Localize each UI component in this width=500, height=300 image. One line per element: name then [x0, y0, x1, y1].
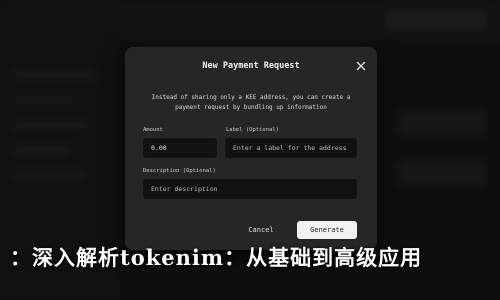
- close-icon[interactable]: [355, 60, 367, 72]
- description-field-label: Description (Optional): [143, 168, 216, 174]
- payment-request-dialog: New Payment Request Instead of sharing o…: [125, 47, 377, 250]
- description-input[interactable]: [143, 179, 357, 199]
- overlay-caption: ：深入解析tokenim：从基础到高级应用: [10, 245, 423, 270]
- cancel-button[interactable]: Cancel: [235, 221, 287, 239]
- amount-label: Amount: [143, 127, 163, 133]
- label-field-label: Label (Optional): [226, 127, 279, 133]
- amount-input[interactable]: [143, 138, 217, 158]
- generate-button[interactable]: Generate: [297, 221, 357, 239]
- dialog-description: Instead of sharing only a KEE address, y…: [151, 94, 351, 111]
- label-input[interactable]: [225, 138, 357, 158]
- dialog-title: New Payment Request: [202, 61, 300, 71]
